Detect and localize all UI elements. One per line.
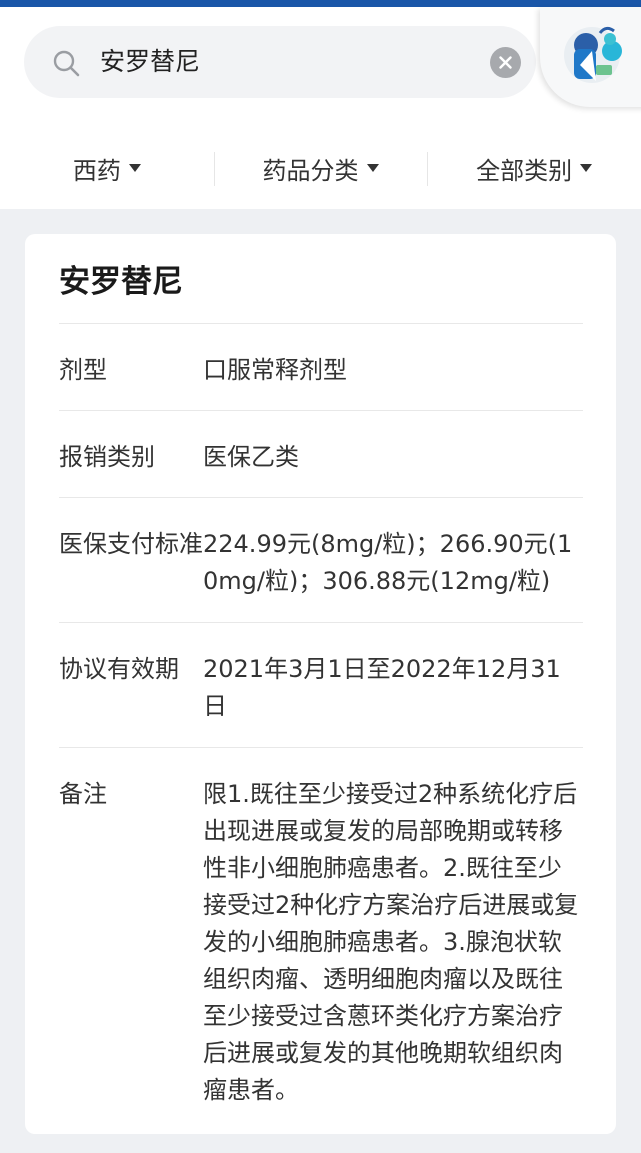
assistant-avatar-icon [564,26,622,83]
detail-label: 医保支付标准 [59,530,203,558]
drug-detail-card: 安罗替尼 剂型 口服常释剂型 报销类别 医保乙类 医保支付标准 224.99元(… [25,234,616,1134]
detail-value: 限1.既往至少接受过2种系统化疗后出现进展或复发的局部晚期或转移性非小细胞肺癌患… [203,780,579,1104]
filter-all-types[interactable]: 全部类别 [427,142,641,194]
detail-row-dosage-form: 剂型 口服常释剂型 [59,323,583,410]
caret-down-icon [128,164,141,172]
caret-down-icon [366,164,379,172]
detail-list: 剂型 口服常释剂型 报销类别 医保乙类 医保支付标准 224.99元(8mg/粒… [59,323,583,1107]
top-accent-bar [0,0,641,7]
search-input[interactable]: 安罗替尼 [100,26,200,98]
filter-label: 药品分类 [262,156,359,185]
close-icon [499,56,512,69]
detail-label: 协议有效期 [59,655,179,683]
detail-value: 医保乙类 [203,443,299,471]
detail-row-agreement-period: 协议有效期 2021年3月1日至2022年12月31日 [59,622,583,747]
detail-label: 剂型 [59,356,107,384]
filter-label: 西药 [72,156,121,185]
detail-row-payment-standard: 医保支付标准 224.99元(8mg/粒)；266.90元(10mg/粒)；30… [59,497,583,622]
detail-row-remarks: 备注 限1.既往至少接受过2种系统化疗后出现进展或复发的局部晚期或转移性非小细胞… [59,747,583,1107]
detail-value: 224.99元(8mg/粒)；266.90元(10mg/粒)；306.88元(1… [203,530,573,595]
header: 安罗替尼 西药 药品分类 全部类别 [0,7,641,209]
clear-search-button[interactable] [490,47,521,78]
search-icon [53,50,80,77]
filter-bar: 西药 药品分类 全部类别 [0,142,641,194]
filter-western-medicine[interactable]: 西药 [0,142,214,194]
detail-label: 报销类别 [59,443,155,471]
detail-label: 备注 [59,780,107,808]
search-bar[interactable]: 安罗替尼 [24,26,536,98]
detail-value: 口服常释剂型 [203,356,347,384]
detail-row-reimbursement-category: 报销类别 医保乙类 [59,410,583,497]
filter-label: 全部类别 [476,156,573,185]
detail-value: 2021年3月1日至2022年12月31日 [203,655,561,720]
assistant-avatar[interactable] [540,7,641,107]
filter-drug-category[interactable]: 药品分类 [213,142,428,194]
drug-name-title: 安罗替尼 [59,264,183,300]
caret-down-icon [580,164,593,172]
